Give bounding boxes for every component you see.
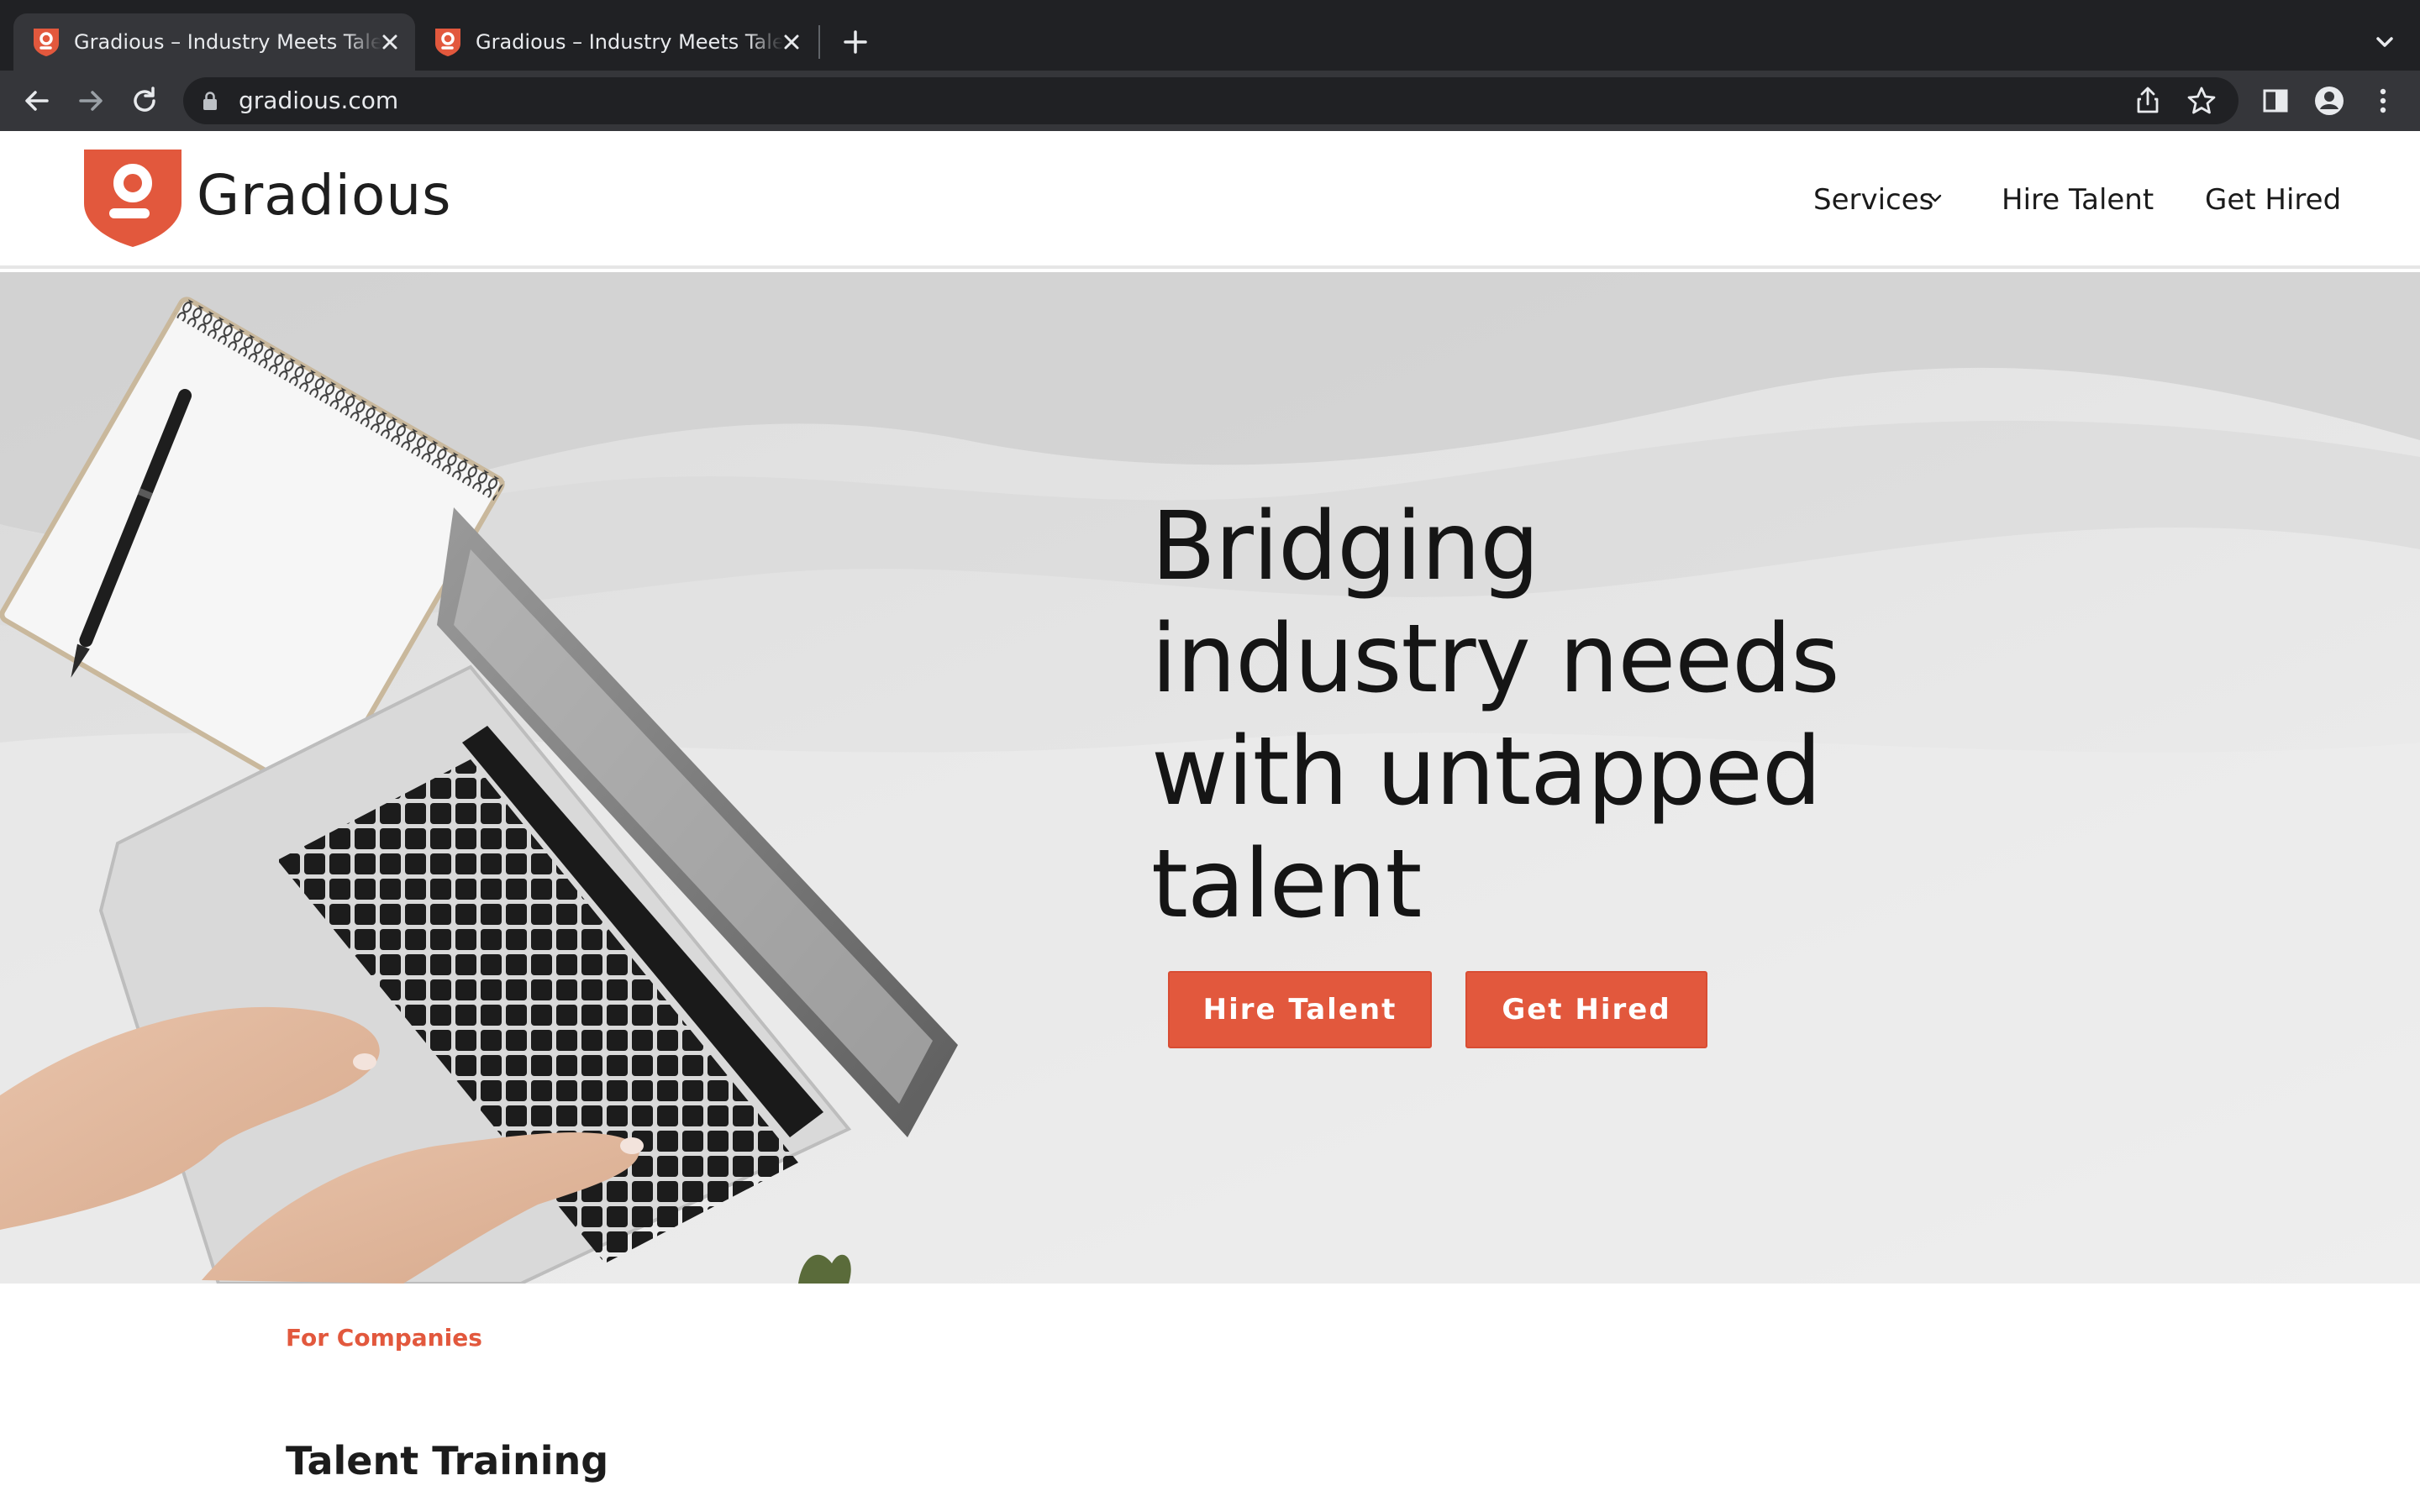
gradious-favicon-icon xyxy=(435,29,460,56)
section-title: Talent Training xyxy=(286,1438,609,1483)
side-panel-icon[interactable] xyxy=(2259,84,2292,118)
arrow-right-icon[interactable] xyxy=(74,84,108,118)
plus-icon[interactable] xyxy=(840,27,871,57)
nav-get-hired[interactable]: Get Hired xyxy=(2205,183,2341,217)
browser-tab-1[interactable]: Gradious – Industry Meets Talent xyxy=(13,13,415,71)
hero-get-hired-button[interactable]: Get Hired xyxy=(1465,971,1707,1048)
lock-icon[interactable] xyxy=(202,91,218,111)
gradious-logo-icon[interactable] xyxy=(82,148,183,249)
browser-toolbar: gradious.com xyxy=(0,71,2420,131)
address-bar[interactable]: gradious.com xyxy=(183,77,2238,124)
chevron-down-icon[interactable] xyxy=(1928,193,1943,203)
site-header: Gradious Services Hire Talent Get Hired xyxy=(0,131,2420,269)
reload-icon[interactable] xyxy=(128,84,161,118)
star-icon[interactable] xyxy=(2185,84,2218,118)
nav-hire-talent[interactable]: Hire Talent xyxy=(2002,183,2154,217)
kebab-menu-icon[interactable] xyxy=(2366,84,2400,118)
browser-tab-2[interactable]: Gradious – Industry Meets Talent xyxy=(415,13,817,71)
hero-hire-talent-button[interactable]: Hire Talent xyxy=(1168,971,1432,1048)
tab-separator xyxy=(818,25,820,59)
profile-icon[interactable] xyxy=(2312,84,2346,118)
tab-title: Gradious – Industry Meets Talent xyxy=(74,30,381,54)
brand-name[interactable]: Gradious xyxy=(197,163,452,228)
gradious-favicon-icon xyxy=(34,29,59,56)
chevron-down-icon[interactable] xyxy=(2371,29,2398,55)
nav-services[interactable]: Services xyxy=(1813,183,1933,217)
close-icon[interactable] xyxy=(376,29,403,55)
section-kicker: For Companies xyxy=(286,1324,482,1352)
hero-banner: Bridging industry needs with untapped ta… xyxy=(0,272,2420,1284)
hero-headline: Bridging industry needs with untapped ta… xyxy=(1151,492,1840,939)
share-icon[interactable] xyxy=(2131,84,2165,118)
arrow-left-icon[interactable] xyxy=(20,84,54,118)
close-icon[interactable] xyxy=(778,29,805,55)
tab-title: Gradious – Industry Meets Talent xyxy=(476,30,783,54)
browser-tab-bar: Gradious – Industry Meets Talent Gradiou… xyxy=(0,0,2420,71)
url-text[interactable]: gradious.com xyxy=(239,77,398,124)
